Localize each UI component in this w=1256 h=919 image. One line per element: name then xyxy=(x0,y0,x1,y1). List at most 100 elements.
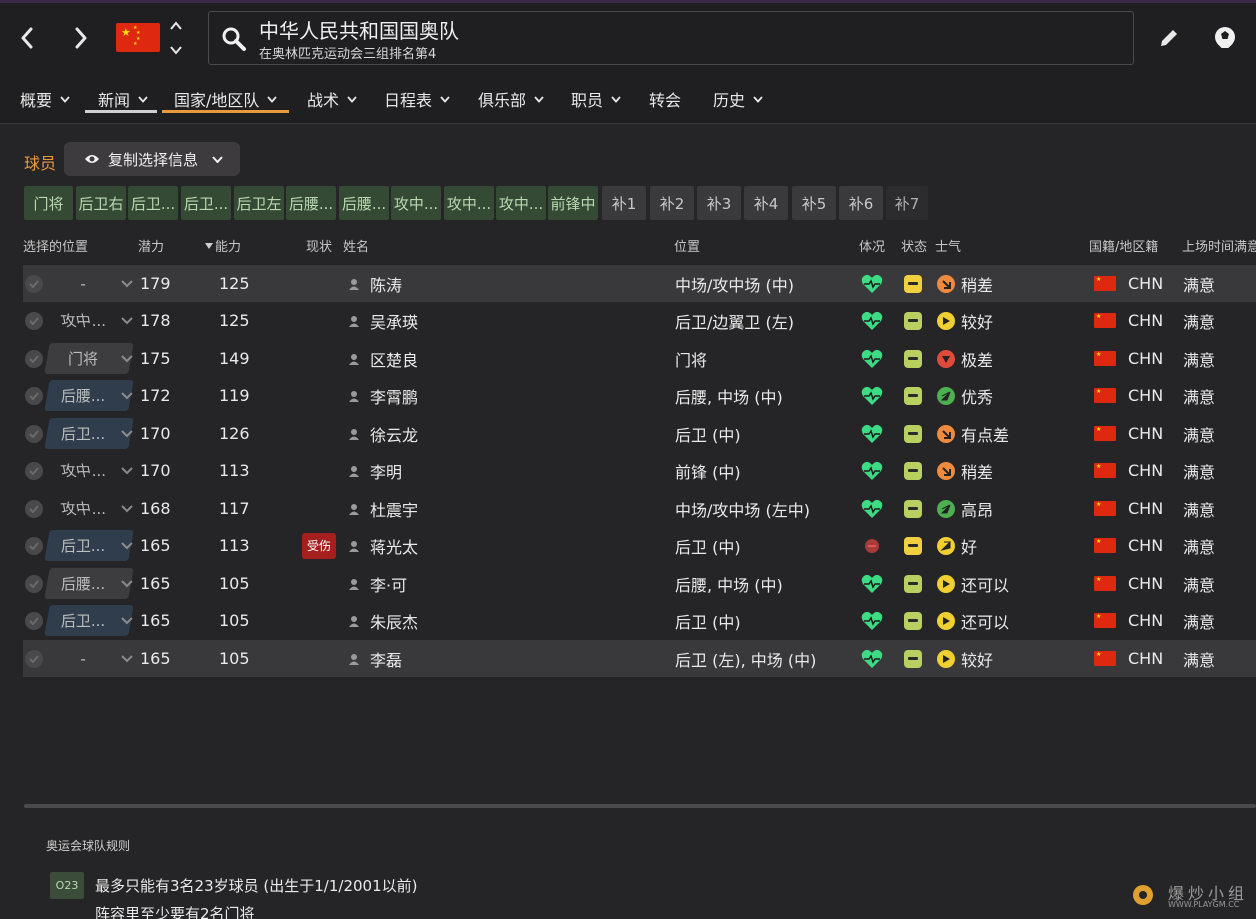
position-chip[interactable]: 后卫... xyxy=(181,186,231,220)
player-name-cell[interactable]: 朱辰杰 xyxy=(348,602,418,639)
player-name[interactable]: 吴承瑛 xyxy=(370,309,418,333)
player-name[interactable]: 徐云龙 xyxy=(370,422,418,446)
select-checkbox[interactable] xyxy=(25,612,43,630)
position-chip[interactable]: 后腰... xyxy=(286,186,336,220)
forward-arrow-icon[interactable] xyxy=(66,21,96,55)
nationality-cell[interactable]: CHN xyxy=(1094,490,1163,527)
position-select[interactable]: 后腰... xyxy=(44,380,134,411)
player-name-cell[interactable]: 区楚良 xyxy=(348,340,418,377)
nationality-cell[interactable]: CHN xyxy=(1094,565,1163,602)
position-chip[interactable]: 后卫左 xyxy=(234,186,284,220)
player-name-cell[interactable]: 杜震宇 xyxy=(348,490,418,527)
tab-5[interactable]: 俱乐部 xyxy=(478,84,544,114)
nationality-cell[interactable]: CHN xyxy=(1094,602,1163,639)
tab-0[interactable]: 概要 xyxy=(20,84,70,114)
table-row[interactable]: 攻中... 168 117 杜震宇 中场/攻中场 (左中) 高昂 CHN 满意 xyxy=(23,490,1256,527)
tab-8[interactable]: 历史 xyxy=(713,84,763,114)
player-name[interactable]: 李明 xyxy=(370,459,402,483)
position-select[interactable]: 后卫... xyxy=(44,530,134,561)
nationality-cell[interactable]: CHN xyxy=(1094,265,1163,302)
select-checkbox[interactable] xyxy=(25,500,43,518)
position-chip[interactable]: 补5 xyxy=(792,186,836,220)
select-checkbox[interactable] xyxy=(25,275,43,293)
select-checkbox[interactable] xyxy=(25,575,43,593)
player-name-cell[interactable]: 蒋光太 xyxy=(348,527,418,564)
tab-6[interactable]: 职员 xyxy=(571,84,621,114)
position-chip[interactable]: 补4 xyxy=(744,186,788,220)
col-nationality[interactable]: 国籍/地区籍 xyxy=(1089,236,1158,255)
table-row[interactable]: 后卫... 165 105 朱辰杰 后卫 (中) 还可以 CHN 满意 xyxy=(23,602,1256,639)
tab-4[interactable]: 日程表 xyxy=(384,84,450,114)
player-name[interactable]: 陈涛 xyxy=(370,272,402,296)
player-name[interactable]: 蒋光太 xyxy=(370,534,418,558)
col-morale[interactable]: 士气 xyxy=(935,236,961,255)
chevron-down-icon[interactable] xyxy=(170,45,182,55)
position-chip[interactable]: 门将 xyxy=(24,186,73,220)
table-row[interactable]: 攻中... 170 113 李明 前锋 (中) 稍差 CHN 满意 xyxy=(23,452,1256,489)
position-chip[interactable]: 攻中... xyxy=(391,186,441,220)
position-chip[interactable]: 补2 xyxy=(650,186,694,220)
panel-divider[interactable] xyxy=(24,804,1256,808)
position-select[interactable]: 后腰... xyxy=(44,568,134,599)
table-row[interactable]: 门将 175 149 区楚良 门将 极差 CHN 满意 xyxy=(23,340,1256,377)
player-name[interactable]: 朱辰杰 xyxy=(370,609,418,633)
table-row[interactable]: - 179 125 陈涛 中场/攻中场 (中) 稍差 CHN 满意 xyxy=(23,265,1256,302)
position-select[interactable]: 攻中... xyxy=(47,305,133,336)
copy-selection-button[interactable]: 复制选择信息 xyxy=(64,142,240,176)
col-status[interactable]: 现状 xyxy=(306,236,332,255)
position-chip[interactable]: 补1 xyxy=(602,186,646,220)
col-playing-time[interactable]: 上场时间满意 xyxy=(1182,236,1256,255)
nationality-cell[interactable]: CHN xyxy=(1094,527,1163,564)
injured-badge[interactable]: 受伤 xyxy=(302,532,336,559)
position-select[interactable]: - xyxy=(47,268,133,299)
position-chip[interactable]: 攻中... xyxy=(496,186,546,220)
col-selected-position[interactable]: 选择的位置 xyxy=(23,236,88,255)
position-chip[interactable]: 后腰... xyxy=(339,186,389,220)
player-name-cell[interactable]: 陈涛 xyxy=(348,265,402,302)
position-select[interactable]: 攻中... xyxy=(47,455,133,486)
select-checkbox[interactable] xyxy=(25,650,43,668)
player-name[interactable]: 李·可 xyxy=(370,572,407,596)
player-name[interactable]: 李磊 xyxy=(370,647,402,671)
nationality-cell[interactable]: CHN xyxy=(1094,340,1163,377)
nationality-cell[interactable]: CHN xyxy=(1094,377,1163,414)
edit-pencil-icon[interactable] xyxy=(1158,27,1180,49)
nationality-cell[interactable]: CHN xyxy=(1094,415,1163,452)
player-name-cell[interactable]: 吴承瑛 xyxy=(348,302,418,339)
nationality-cell[interactable]: CHN xyxy=(1094,452,1163,489)
football-icon[interactable] xyxy=(1212,25,1238,51)
nationality-cell[interactable]: CHN xyxy=(1094,640,1163,677)
select-checkbox[interactable] xyxy=(25,462,43,480)
back-arrow-icon[interactable] xyxy=(12,21,42,55)
table-row[interactable]: 后腰... 165 105 李·可 后腰, 中场 (中) 还可以 CHN 满意 xyxy=(23,565,1256,602)
table-row[interactable]: 攻中... 178 125 吴承瑛 后卫/边翼卫 (左) 较好 CHN 满意 xyxy=(23,302,1256,339)
position-chip[interactable]: 前锋中 xyxy=(548,186,598,220)
position-select[interactable]: - xyxy=(47,643,133,674)
table-row[interactable]: 后卫... 165 113 受伤 蒋光太 后卫 (中) 好 CHN 满意 xyxy=(23,527,1256,564)
player-name-cell[interactable]: 李霄鹏 xyxy=(348,377,418,414)
position-select[interactable]: 后卫... xyxy=(44,605,134,636)
col-ability[interactable]: 能力 xyxy=(205,236,241,255)
position-chip[interactable]: 补7 xyxy=(886,186,928,220)
position-chip[interactable]: 补3 xyxy=(697,186,741,220)
position-select[interactable]: 门将 xyxy=(44,343,134,374)
position-chip[interactable]: 补6 xyxy=(839,186,883,220)
team-switcher[interactable] xyxy=(166,21,186,55)
position-chip[interactable]: 攻中... xyxy=(444,186,494,220)
col-position[interactable]: 位置 xyxy=(674,236,700,255)
nationality-cell[interactable]: CHN xyxy=(1094,302,1163,339)
player-name[interactable]: 李霄鹏 xyxy=(370,384,418,408)
player-name[interactable]: 杜震宇 xyxy=(370,497,418,521)
select-checkbox[interactable] xyxy=(25,312,43,330)
select-checkbox[interactable] xyxy=(25,537,43,555)
table-row[interactable]: - 165 105 李磊 后卫 (左), 中场 (中) 较好 CHN 满意 xyxy=(23,640,1256,677)
position-chip[interactable]: 后卫右 xyxy=(76,186,126,220)
select-checkbox[interactable] xyxy=(25,350,43,368)
position-chip[interactable]: 后卫... xyxy=(128,186,178,220)
position-select[interactable]: 后卫... xyxy=(44,418,134,449)
table-row[interactable]: 后腰... 172 119 李霄鹏 后腰, 中场 (中) 优秀 CHN 满意 xyxy=(23,377,1256,414)
position-select[interactable]: 攻中... xyxy=(47,493,133,524)
tab-3[interactable]: 战术 xyxy=(307,84,357,114)
player-name-cell[interactable]: 李明 xyxy=(348,452,402,489)
table-row[interactable]: 后卫... 170 126 徐云龙 后卫 (中) 有点差 CHN 满意 xyxy=(23,415,1256,452)
